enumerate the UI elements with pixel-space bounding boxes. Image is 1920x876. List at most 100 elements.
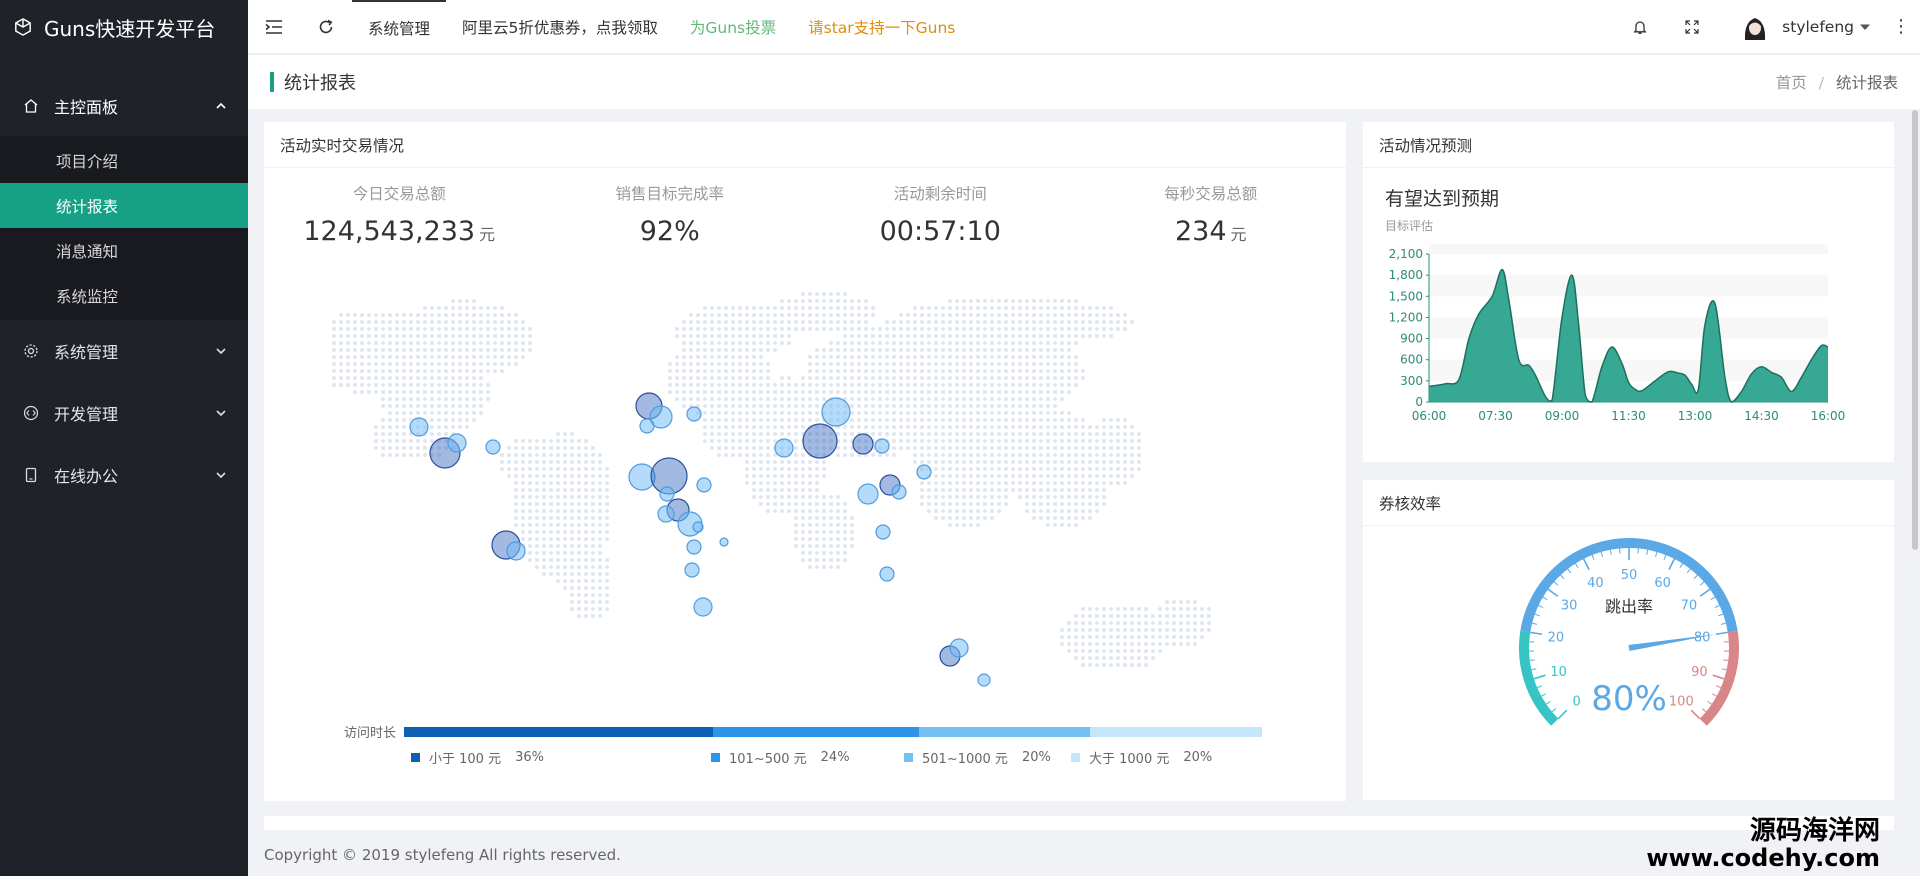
header-nav-vote[interactable]: 为Guns投票: [674, 0, 792, 54]
user-menu[interactable]: stylefeng: [1718, 9, 1882, 44]
legend-segment: [918, 726, 1091, 737]
y-tick-label: 1,500: [1389, 289, 1423, 303]
duration-legend-bar: 访问时长: [344, 722, 1262, 741]
map-bubble[interactable]: [639, 418, 655, 434]
world-map: [332, 292, 1211, 687]
sidebar-item-monitor[interactable]: 系统监控: [0, 273, 248, 318]
map-bubble[interactable]: [696, 477, 712, 493]
stat-value: 00:57:10: [805, 216, 1076, 247]
map-bubble[interactable]: [874, 438, 890, 454]
stat-unit: 元: [1230, 225, 1247, 244]
header-nav-coupon[interactable]: 阿里云5折优惠券，点我领取: [446, 0, 674, 54]
map-bubble[interactable]: [774, 438, 794, 458]
realtime-card-title: 活动实时交易情况: [264, 122, 1346, 168]
nav-head-dev[interactable]: 开发管理: [0, 382, 248, 444]
map-bubble[interactable]: [485, 439, 501, 455]
chevron-up-icon: [216, 102, 226, 109]
avatar: [1738, 9, 1773, 44]
cube-logo-icon: [15, 18, 31, 36]
breadcrumb-home[interactable]: 首页: [1776, 74, 1807, 92]
map-bubble[interactable]: [409, 417, 429, 437]
nav-head-system[interactable]: 系统管理: [0, 320, 248, 382]
y-tick-label: 1,200: [1389, 310, 1423, 324]
nav-head-label: 系统管理: [54, 343, 119, 362]
more-button[interactable]: ⋮: [1882, 0, 1920, 54]
stat-value: 124,543,233 元: [264, 216, 535, 247]
map-bubble[interactable]: [693, 597, 713, 617]
gauge-tick-label: 20: [1548, 630, 1565, 645]
stat-number: 92%: [639, 216, 700, 247]
breadcrumb-current: 统计报表: [1835, 74, 1898, 92]
map-bubble[interactable]: [719, 537, 729, 547]
x-tick-label: 06:00: [1412, 409, 1447, 423]
legend-items: 小于 100 元 36% 101~500 元 24% 501~1000 元 20% 大于 1…: [411, 748, 1241, 768]
legend-label: 小于 100 元: [429, 752, 502, 767]
map-bubble[interactable]: [686, 406, 702, 422]
subnav-dashboard: 项目介绍 统计报表 消息通知 系统监控: [0, 136, 248, 320]
stat-label: 每秒交易总额: [1164, 185, 1258, 203]
map-bubble[interactable]: [977, 673, 991, 687]
map-bubble[interactable]: [692, 521, 704, 533]
legend-title: 访问时长: [344, 726, 397, 741]
nav-head-label: 在线办公: [54, 467, 119, 486]
fullscreen-icon: [1685, 19, 1699, 34]
menu-toggle-button[interactable]: [248, 0, 300, 54]
tablet-icon: [22, 466, 40, 484]
legend-segment: [1090, 726, 1262, 737]
segment-bar: [404, 726, 1262, 737]
fullscreen-button[interactable]: [1666, 0, 1718, 54]
map-bubble[interactable]: [684, 562, 700, 578]
username: stylefeng: [1782, 17, 1854, 36]
header-nav-system[interactable]: 系统管理: [352, 0, 447, 54]
caret-down-icon: [1860, 24, 1870, 30]
map-bubble[interactable]: [506, 541, 526, 561]
legend-percent: 24%: [820, 750, 850, 765]
scrollbar[interactable]: [1912, 110, 1918, 550]
brand[interactable]: Guns快速开发平台: [0, 0, 248, 54]
gauge-tick-label: 50: [1621, 568, 1638, 583]
map-bubble[interactable]: [879, 566, 895, 582]
more-icon: ⋮: [1892, 16, 1910, 37]
notification-button[interactable]: [1614, 0, 1666, 54]
map-bubble[interactable]: [657, 505, 675, 523]
stat-unit: 元: [479, 225, 496, 244]
header-nav-star[interactable]: 请star支持一下Guns: [792, 0, 971, 54]
stat-value: 234 元: [1076, 216, 1347, 247]
code-icon: [22, 404, 40, 422]
sidebar-item-project-intro[interactable]: 项目介绍: [0, 138, 248, 183]
sidebar-item-notifications[interactable]: 消息通知: [0, 228, 248, 273]
title-accent-bar: [270, 72, 274, 92]
nav-head-label: 开发管理: [54, 405, 119, 424]
stat-label: 今日交易总额: [352, 185, 446, 203]
map-bubble[interactable]: [821, 397, 851, 427]
legend-item[interactable]: 501~1000 元 20%: [904, 748, 1051, 767]
gauge-tick-label: 90: [1691, 665, 1708, 680]
map-bubble[interactable]: [447, 433, 467, 453]
legend-segment: [712, 726, 919, 737]
legend-item[interactable]: 101~500 元 24%: [711, 748, 850, 767]
refresh-icon: [319, 19, 333, 33]
map-bubble[interactable]: [659, 486, 675, 502]
map-bubble[interactable]: [686, 539, 702, 555]
nav-head-dashboard[interactable]: 主控面板: [0, 76, 248, 136]
stat-total: 今日交易总额 124,543,233 元: [264, 182, 535, 247]
refresh-button[interactable]: [300, 0, 352, 54]
y-tick-label: 900: [1400, 332, 1423, 346]
legend-item[interactable]: 小于 100 元 36%: [411, 748, 544, 767]
stat-remaining: 活动剩余时间 00:57:10: [805, 182, 1076, 247]
map-bubble[interactable]: [852, 433, 874, 455]
map-bubble[interactable]: [857, 483, 879, 505]
sidebar-item-statistics[interactable]: 统计报表: [0, 183, 248, 228]
map-bubble[interactable]: [802, 423, 838, 459]
nav-group-dashboard: 主控面板 项目介绍 统计报表 消息通知 系统监控: [0, 76, 248, 320]
y-tick-label: 600: [1400, 353, 1423, 367]
map-bubble[interactable]: [949, 638, 969, 658]
map-bubbles: [409, 392, 991, 687]
forecast-card-title: 活动情况预测: [1363, 122, 1894, 168]
map-bubble[interactable]: [916, 464, 932, 480]
map-bubble[interactable]: [891, 484, 907, 500]
chevron-down-icon: [216, 410, 226, 417]
legend-item[interactable]: 大于 1000 元 20%: [1071, 748, 1212, 767]
map-bubble[interactable]: [875, 524, 891, 540]
nav-head-office[interactable]: 在线办公: [0, 444, 248, 506]
